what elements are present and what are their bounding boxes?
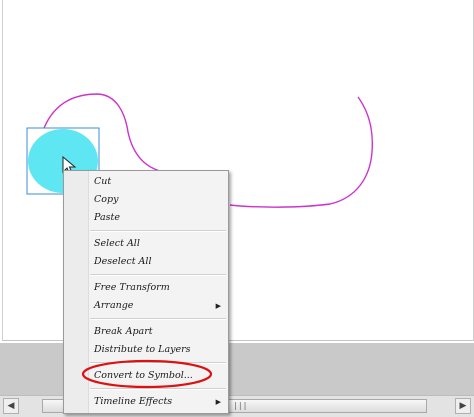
grip-icon: ||| (233, 401, 248, 410)
menu-item-free-transform[interactable]: Free Transform (89, 279, 227, 297)
menu-item-label: Timeline Effects (94, 396, 173, 407)
menu-item-deselect-all[interactable]: Deselect All (89, 253, 227, 271)
menu-item-paste[interactable]: Paste (89, 209, 227, 227)
menu-item-label: Arrange (94, 300, 134, 311)
triangle-right-icon: ▶ (215, 398, 221, 406)
menu-item-label: Deselect All (94, 256, 152, 267)
menu-item-label: Copy (94, 194, 119, 205)
menu-separator (90, 230, 226, 232)
menu-item-label: Paste (94, 212, 120, 223)
scroll-right-button[interactable]: ▶ (455, 398, 471, 414)
menu-item-break-apart[interactable]: Break Apart (89, 323, 227, 341)
menu-item-cut[interactable]: Cut (89, 173, 227, 191)
menu-item-arrange[interactable]: Arrange ▶ (89, 297, 227, 315)
menu-item-copy[interactable]: Copy (89, 191, 227, 209)
menu-item-distribute-to-layers[interactable]: Distribute to Layers (89, 341, 227, 359)
triangle-right-icon: ▶ (215, 302, 221, 310)
menu-item-label: Free Transform (94, 282, 170, 293)
chevron-right-icon: ▶ (459, 401, 467, 411)
menu-item-label: Select All (94, 238, 140, 249)
scroll-left-button[interactable]: ◀ (3, 398, 19, 414)
highlight-ellipse-annotation (81, 359, 213, 389)
menu-separator (90, 318, 226, 320)
menu-item-label: Break Apart (94, 326, 153, 337)
menu-item-timeline-effects[interactable]: Timeline Effects ▶ (89, 393, 227, 411)
menu-item-select-all[interactable]: Select All (89, 235, 227, 253)
chevron-left-icon: ◀ (7, 401, 15, 411)
menu-item-label: Cut (94, 176, 112, 187)
menu-separator (90, 274, 226, 276)
menu-item-label: Distribute to Layers (94, 344, 191, 355)
